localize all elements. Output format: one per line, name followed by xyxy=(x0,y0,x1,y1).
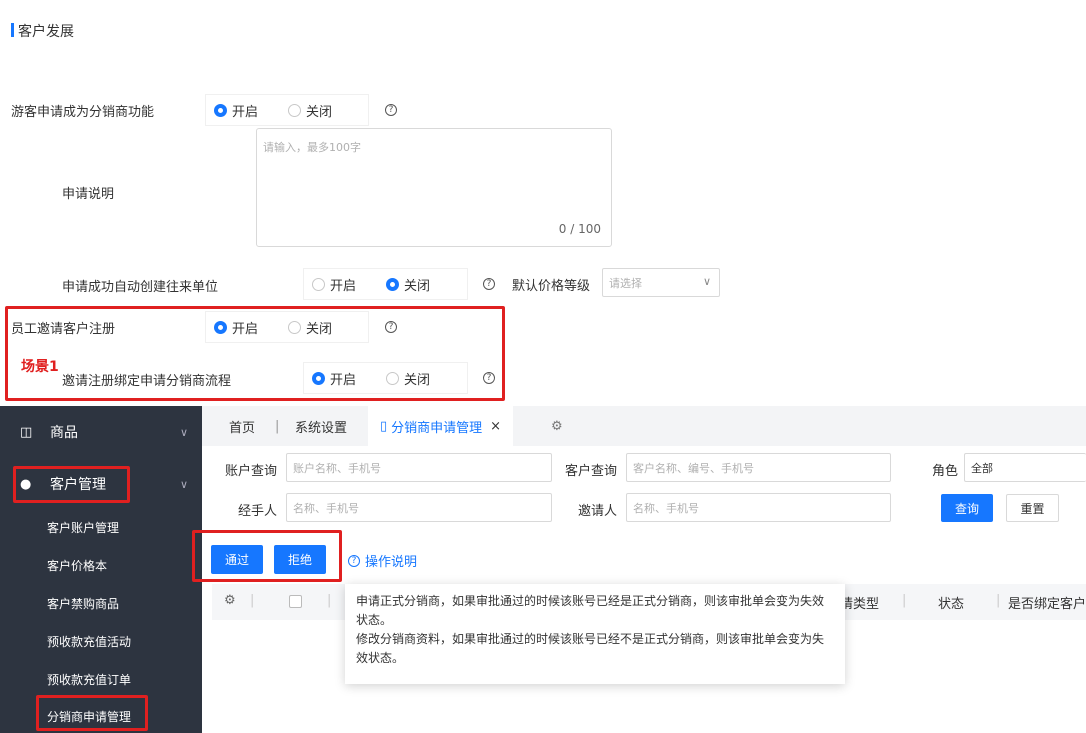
option-label: 关闭 xyxy=(404,278,431,294)
radio-checked xyxy=(214,103,227,117)
help-icon[interactable]: ? xyxy=(385,104,397,116)
column-divider: | xyxy=(996,593,1001,608)
input-placeholder: 名称、手机号 xyxy=(293,502,359,515)
column-divider: | xyxy=(902,593,907,608)
help-icon[interactable]: ? xyxy=(483,278,495,290)
option-label: 开启 xyxy=(232,104,259,120)
role-label: 角色 xyxy=(932,464,959,479)
radio-unchecked xyxy=(312,277,325,291)
highlight-box-distributor-menu xyxy=(36,695,148,731)
tab-distributor-apply[interactable]: ▯ 分销商申请管理 × xyxy=(368,406,514,446)
customer-query-label: 客户查询 xyxy=(565,464,618,479)
sidebar-item-goods[interactable]: ◫ 商品 ∨ xyxy=(0,406,202,458)
default-price-label: 默认价格等级 xyxy=(512,279,591,294)
radio-checked xyxy=(386,277,400,291)
input-placeholder: 账户名称、手机号 xyxy=(293,462,381,475)
sidebar-sub-forbidden-goods[interactable]: 客户禁购商品 xyxy=(0,584,202,622)
handler-label: 经手人 xyxy=(238,504,278,519)
tooltip-line-2: 修改分销商资料，如果审批通过的时候该账号已经不是正式分销商，则该审批单会变为失效… xyxy=(356,632,825,665)
guest-apply-radio-group: 开启 关闭 xyxy=(205,94,369,126)
column-status: 状态 xyxy=(938,597,965,612)
sidebar-sub-prepay-order[interactable]: 预收款充值订单 xyxy=(0,660,202,698)
chevron-down-icon: ∨ xyxy=(179,477,188,491)
sidebar-sub-prepay-activity[interactable]: 预收款充值活动 xyxy=(0,622,202,660)
tooltip-arrow xyxy=(352,577,366,584)
default-price-placeholder: 请选择 xyxy=(609,277,642,290)
query-button[interactable]: 查询 xyxy=(941,494,993,522)
tab-separator: | xyxy=(275,418,280,434)
auto-create-label: 申请成功自动创建往来单位 xyxy=(62,280,219,295)
default-price-select[interactable]: 请选择 ∨ xyxy=(602,268,720,297)
auto-create-off-option[interactable]: 关闭 xyxy=(386,275,430,294)
handler-input[interactable]: 名称、手机号 xyxy=(286,493,552,522)
close-icon[interactable]: × xyxy=(490,419,501,434)
guest-apply-off-option[interactable]: 关闭 xyxy=(288,101,332,120)
tab-system-settings[interactable]: 系统设置 xyxy=(295,406,347,446)
chevron-down-icon: ∨ xyxy=(702,275,711,288)
role-value: 全部 xyxy=(971,462,993,475)
chevron-down-icon: ∨ xyxy=(179,425,188,439)
inviter-input[interactable]: 名称、手机号 xyxy=(626,493,891,522)
section-title: 客户发展 xyxy=(18,24,74,40)
customer-query-input[interactable]: 客户名称、编号、手机号 xyxy=(626,453,891,482)
sidebar-sub-price-book[interactable]: 客户价格本 xyxy=(0,546,202,584)
tab-label: 分销商申请管理 xyxy=(391,420,483,436)
highlight-box-actions xyxy=(192,530,342,582)
select-all-checkbox[interactable] xyxy=(289,595,302,608)
column-divider: | xyxy=(327,593,332,608)
tab-home[interactable]: 首页 xyxy=(229,406,255,446)
highlight-box-customer-menu xyxy=(13,466,130,503)
account-query-label: 账户查询 xyxy=(225,464,278,479)
section-accent-bar xyxy=(11,23,14,37)
box-icon: ◫ xyxy=(20,424,33,440)
help-link[interactable]: ? 操作说明 xyxy=(348,551,417,570)
option-label: 开启 xyxy=(330,278,357,294)
account-query-input[interactable]: 账户名称、手机号 xyxy=(286,453,552,482)
reset-button[interactable]: 重置 xyxy=(1006,494,1059,522)
help-icon: ? xyxy=(348,554,360,567)
radio-unchecked xyxy=(288,103,302,117)
input-placeholder: 名称、手机号 xyxy=(633,502,699,515)
apply-note-textarea[interactable]: 请输入，最多100字 0 / 100 xyxy=(256,128,612,247)
guest-apply-label: 游客申请成为分销商功能 xyxy=(11,105,155,120)
auto-create-radio-group: 开启 关闭 xyxy=(303,268,468,300)
auto-create-on-option[interactable]: 开启 xyxy=(312,275,356,294)
highlight-box-scene1 xyxy=(5,306,505,401)
sidebar: ◫ 商品 ∨ ● 客户管理 ∨ 客户账户管理 客户价格本 客户禁购商品 预收款充… xyxy=(0,406,202,733)
role-select[interactable]: 全部 xyxy=(964,453,1086,482)
help-link-label: 操作说明 xyxy=(365,555,418,570)
tooltip-line-1: 申请正式分销商，如果审批通过的时候该账号已经是正式分销商，则该审批单会变为失效状… xyxy=(356,594,825,627)
input-placeholder: 客户名称、编号、手机号 xyxy=(633,462,754,475)
sidebar-sub-account[interactable]: 客户账户管理 xyxy=(0,508,202,546)
column-divider: | xyxy=(250,593,255,608)
column-apply-type: 请类型 xyxy=(840,597,880,612)
gear-icon[interactable]: ⚙ xyxy=(224,593,236,608)
apply-note-placeholder: 请输入，最多100字 xyxy=(263,141,361,154)
apply-note-label: 申请说明 xyxy=(62,187,115,202)
tabs-bar: 首页 | 系统设置 ▯ 分销商申请管理 × ⚙ xyxy=(202,406,1086,446)
document-icon: ▯ xyxy=(380,418,388,434)
option-label: 关闭 xyxy=(306,104,333,120)
sidebar-item-label: 商品 xyxy=(50,425,78,441)
column-bind-customer: 是否绑定客户 xyxy=(1008,597,1086,612)
gear-icon[interactable]: ⚙ xyxy=(551,406,563,446)
apply-note-counter: 0 / 100 xyxy=(558,222,601,236)
help-tooltip: 申请正式分销商，如果审批通过的时候该账号已经是正式分销商，则该审批单会变为失效状… xyxy=(345,584,845,684)
guest-apply-on-option[interactable]: 开启 xyxy=(214,101,258,120)
inviter-label: 邀请人 xyxy=(578,504,618,519)
